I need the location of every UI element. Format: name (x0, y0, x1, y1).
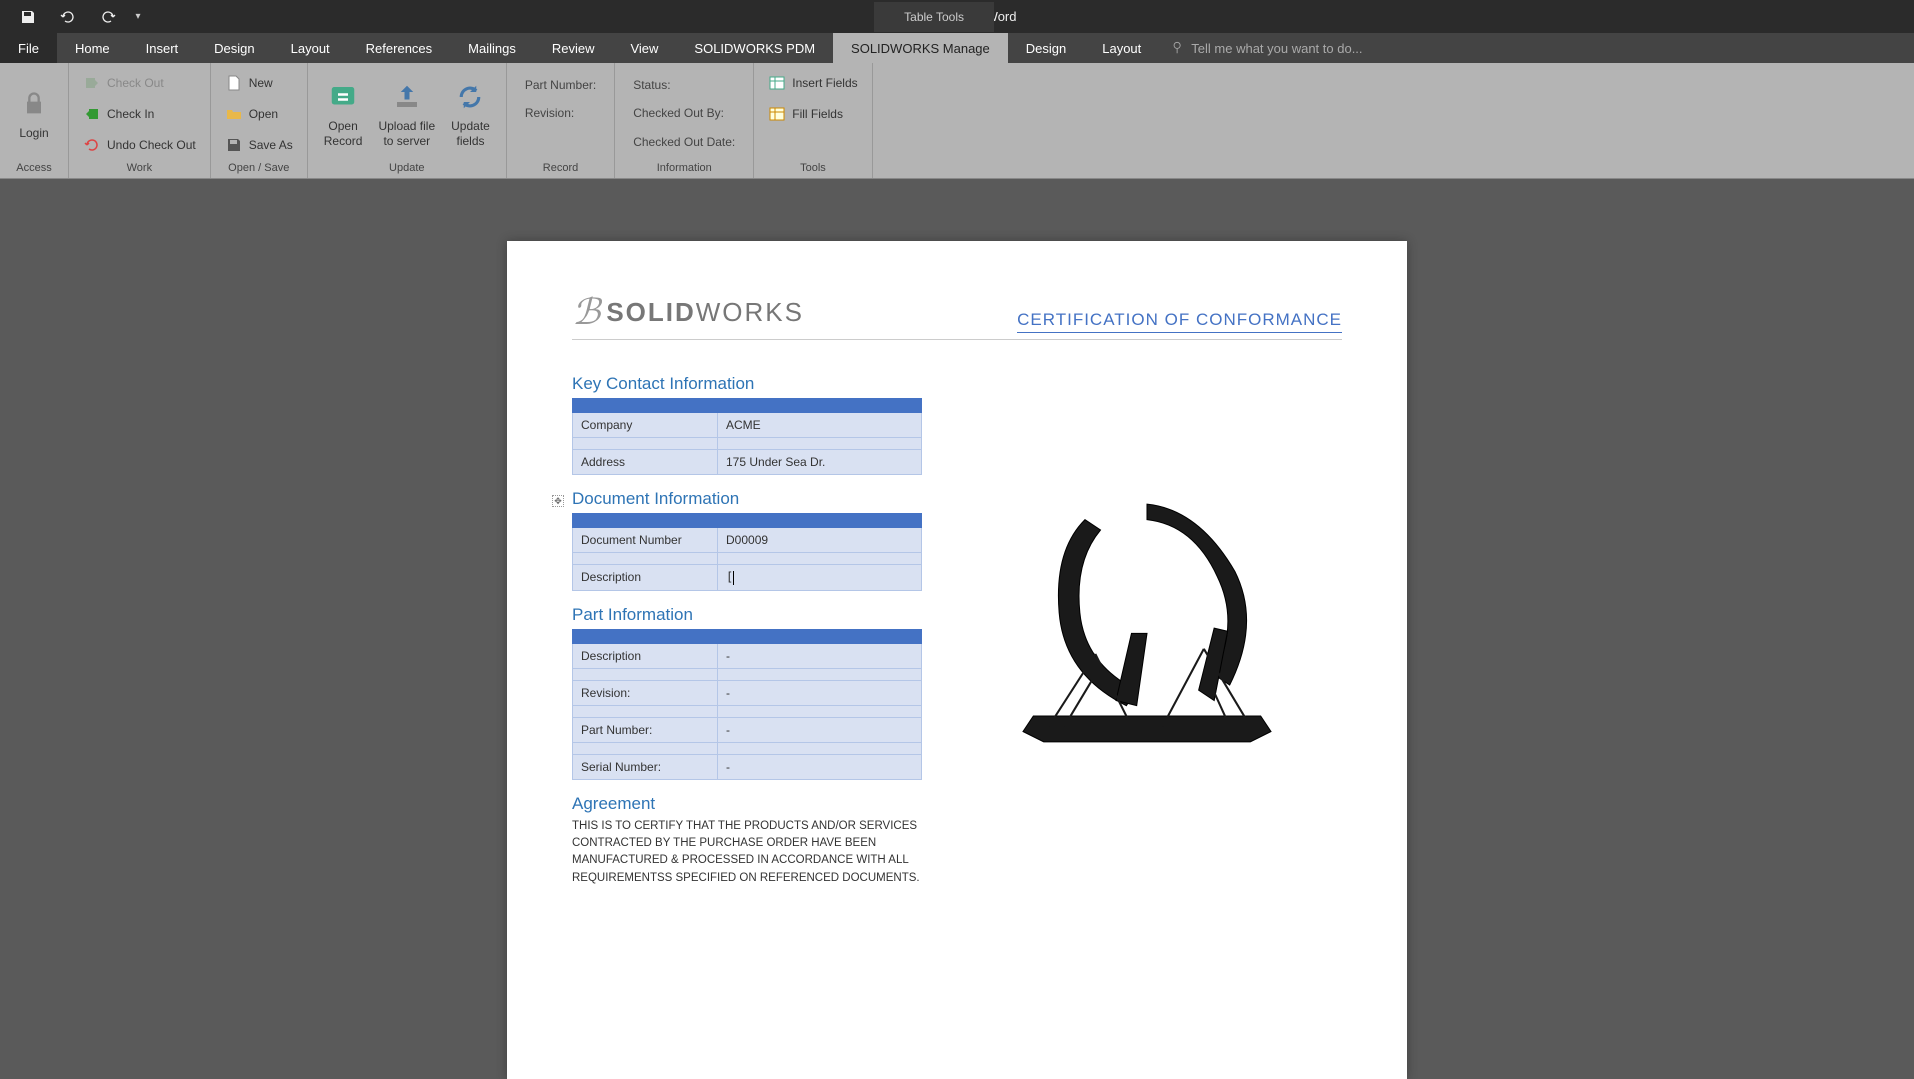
checked-out-date-label: Checked Out Date: (633, 132, 735, 152)
table-row: Description [ (573, 565, 922, 591)
update-fields-icon (452, 79, 488, 115)
table-tools-label: Table Tools (874, 2, 994, 32)
tab-solidworks-manage[interactable]: SOLIDWORKS Manage (833, 33, 1008, 63)
title-bar: ▾ D00009.docx - Word Table Tools (0, 0, 1914, 33)
tab-design[interactable]: Design (196, 33, 272, 63)
insert-fields-button[interactable]: Insert Fields (762, 71, 863, 95)
save-as-icon (225, 136, 243, 154)
open-record-icon (325, 79, 361, 115)
section-key-contact: Key Contact Information (572, 374, 922, 394)
ribbon-group-tools: Insert Fields Fill Fields . Tools (754, 63, 872, 178)
ribbon-group-record: Part Number: Revision: . Record (507, 63, 615, 178)
section-part-information: Part Information (572, 605, 922, 625)
tab-review[interactable]: Review (534, 33, 613, 63)
open-record-button[interactable]: Open Record (316, 67, 371, 160)
description-cell-active[interactable]: [ (718, 565, 922, 591)
certification-title: CERTIFICATION OF CONFORMANCE (1017, 310, 1342, 333)
section-document-information: ✥ Document Information (572, 489, 922, 509)
ribbon-group-work: Check Out Check In Undo Check Out Work (69, 63, 211, 178)
save-icon[interactable] (8, 0, 48, 33)
tab-layout[interactable]: Layout (273, 33, 348, 63)
ribbon-group-information: Status: Checked Out By: Checked Out Date… (615, 63, 754, 178)
insert-fields-icon (768, 74, 786, 92)
table-row: Address 175 Under Sea Dr. (573, 450, 922, 475)
tab-solidworks-pdm[interactable]: SOLIDWORKS PDM (676, 33, 833, 63)
save-as-button[interactable]: Save As (219, 133, 299, 157)
quick-access-toolbar: ▾ (0, 0, 148, 33)
tab-layout-2[interactable]: Layout (1084, 33, 1159, 63)
document-page[interactable]: ℬ SOLIDWORKS CERTIFICATION OF CONFORMANC… (507, 241, 1407, 1079)
ds-logo-icon: ℬ (572, 291, 600, 333)
ribbon-group-open-save: New Open Save As Open / Save (211, 63, 308, 178)
login-button[interactable]: Login (8, 67, 60, 160)
ribbon-tabs: File Home Insert Design Layout Reference… (0, 33, 1914, 63)
tab-mailings[interactable]: Mailings (450, 33, 534, 63)
section-agreement: Agreement (572, 794, 922, 814)
undo-icon[interactable] (48, 0, 88, 33)
part-info-table[interactable]: Description- Revision:- Part Number:- Se… (572, 629, 922, 780)
new-button[interactable]: New (219, 71, 299, 95)
new-doc-icon (225, 74, 243, 92)
checked-out-by-label: Checked Out By: (633, 103, 735, 123)
ribbon: Login Access Check Out Check In Undo Che… (0, 63, 1914, 179)
ribbon-group-update: Open Record Upload file to server Update… (308, 63, 507, 178)
tab-home[interactable]: Home (57, 33, 128, 63)
key-contact-table[interactable]: Company ACME Address 175 Under Sea Dr. (572, 398, 922, 475)
fill-fields-button[interactable]: Fill Fields (762, 102, 863, 126)
revision-label: Revision: (525, 103, 596, 123)
ribbon-group-access: Login Access (0, 63, 69, 178)
agreement-text[interactable]: THIS IS TO CERTIFY THAT THE PRODUCTS AND… (572, 818, 922, 887)
table-anchor-icon[interactable]: ✥ (552, 495, 564, 507)
tab-design-2[interactable]: Design (1008, 33, 1084, 63)
open-button[interactable]: Open (219, 102, 299, 126)
table-row: Serial Number:- (573, 754, 922, 779)
table-row: Revision:- (573, 680, 922, 705)
solidworks-logo: ℬ SOLIDWORKS (572, 291, 804, 333)
checkout-icon (83, 74, 101, 92)
table-row: Description- (573, 643, 922, 668)
upload-icon (389, 79, 425, 115)
text-cursor-icon (733, 571, 734, 585)
customize-qa-icon[interactable]: ▾ (128, 0, 148, 33)
table-row: Document Number D00009 (573, 528, 922, 553)
check-out-button[interactable]: Check Out (77, 71, 202, 95)
fill-fields-icon (768, 105, 786, 123)
update-fields-button[interactable]: Update fields (443, 67, 498, 160)
part-number-label: Part Number: (525, 75, 596, 95)
tab-file[interactable]: File (0, 33, 57, 63)
undo-check-out-button[interactable]: Undo Check Out (77, 133, 202, 157)
status-label: Status: (633, 75, 735, 95)
tab-references[interactable]: References (348, 33, 450, 63)
tab-view[interactable]: View (612, 33, 676, 63)
folder-open-icon (225, 105, 243, 123)
document-info-table[interactable]: Document Number D00009 Description [ (572, 513, 922, 591)
lock-icon (16, 86, 52, 122)
document-workspace[interactable]: ℬ SOLIDWORKS CERTIFICATION OF CONFORMANC… (0, 179, 1914, 1079)
redo-icon[interactable] (88, 0, 128, 33)
undo-checkout-icon (83, 136, 101, 154)
document-header: ℬ SOLIDWORKS CERTIFICATION OF CONFORMANC… (572, 291, 1342, 340)
tell-me-placeholder: Tell me what you want to do... (1191, 41, 1362, 56)
table-row: Company ACME (573, 413, 922, 438)
tell-me-search[interactable]: Tell me what you want to do... (1159, 33, 1914, 63)
part-image (992, 468, 1302, 778)
table-row: Part Number:- (573, 717, 922, 742)
checkin-icon (83, 105, 101, 123)
upload-file-button[interactable]: Upload file to server (370, 67, 443, 160)
tab-insert[interactable]: Insert (128, 33, 197, 63)
check-in-button[interactable]: Check In (77, 102, 202, 126)
